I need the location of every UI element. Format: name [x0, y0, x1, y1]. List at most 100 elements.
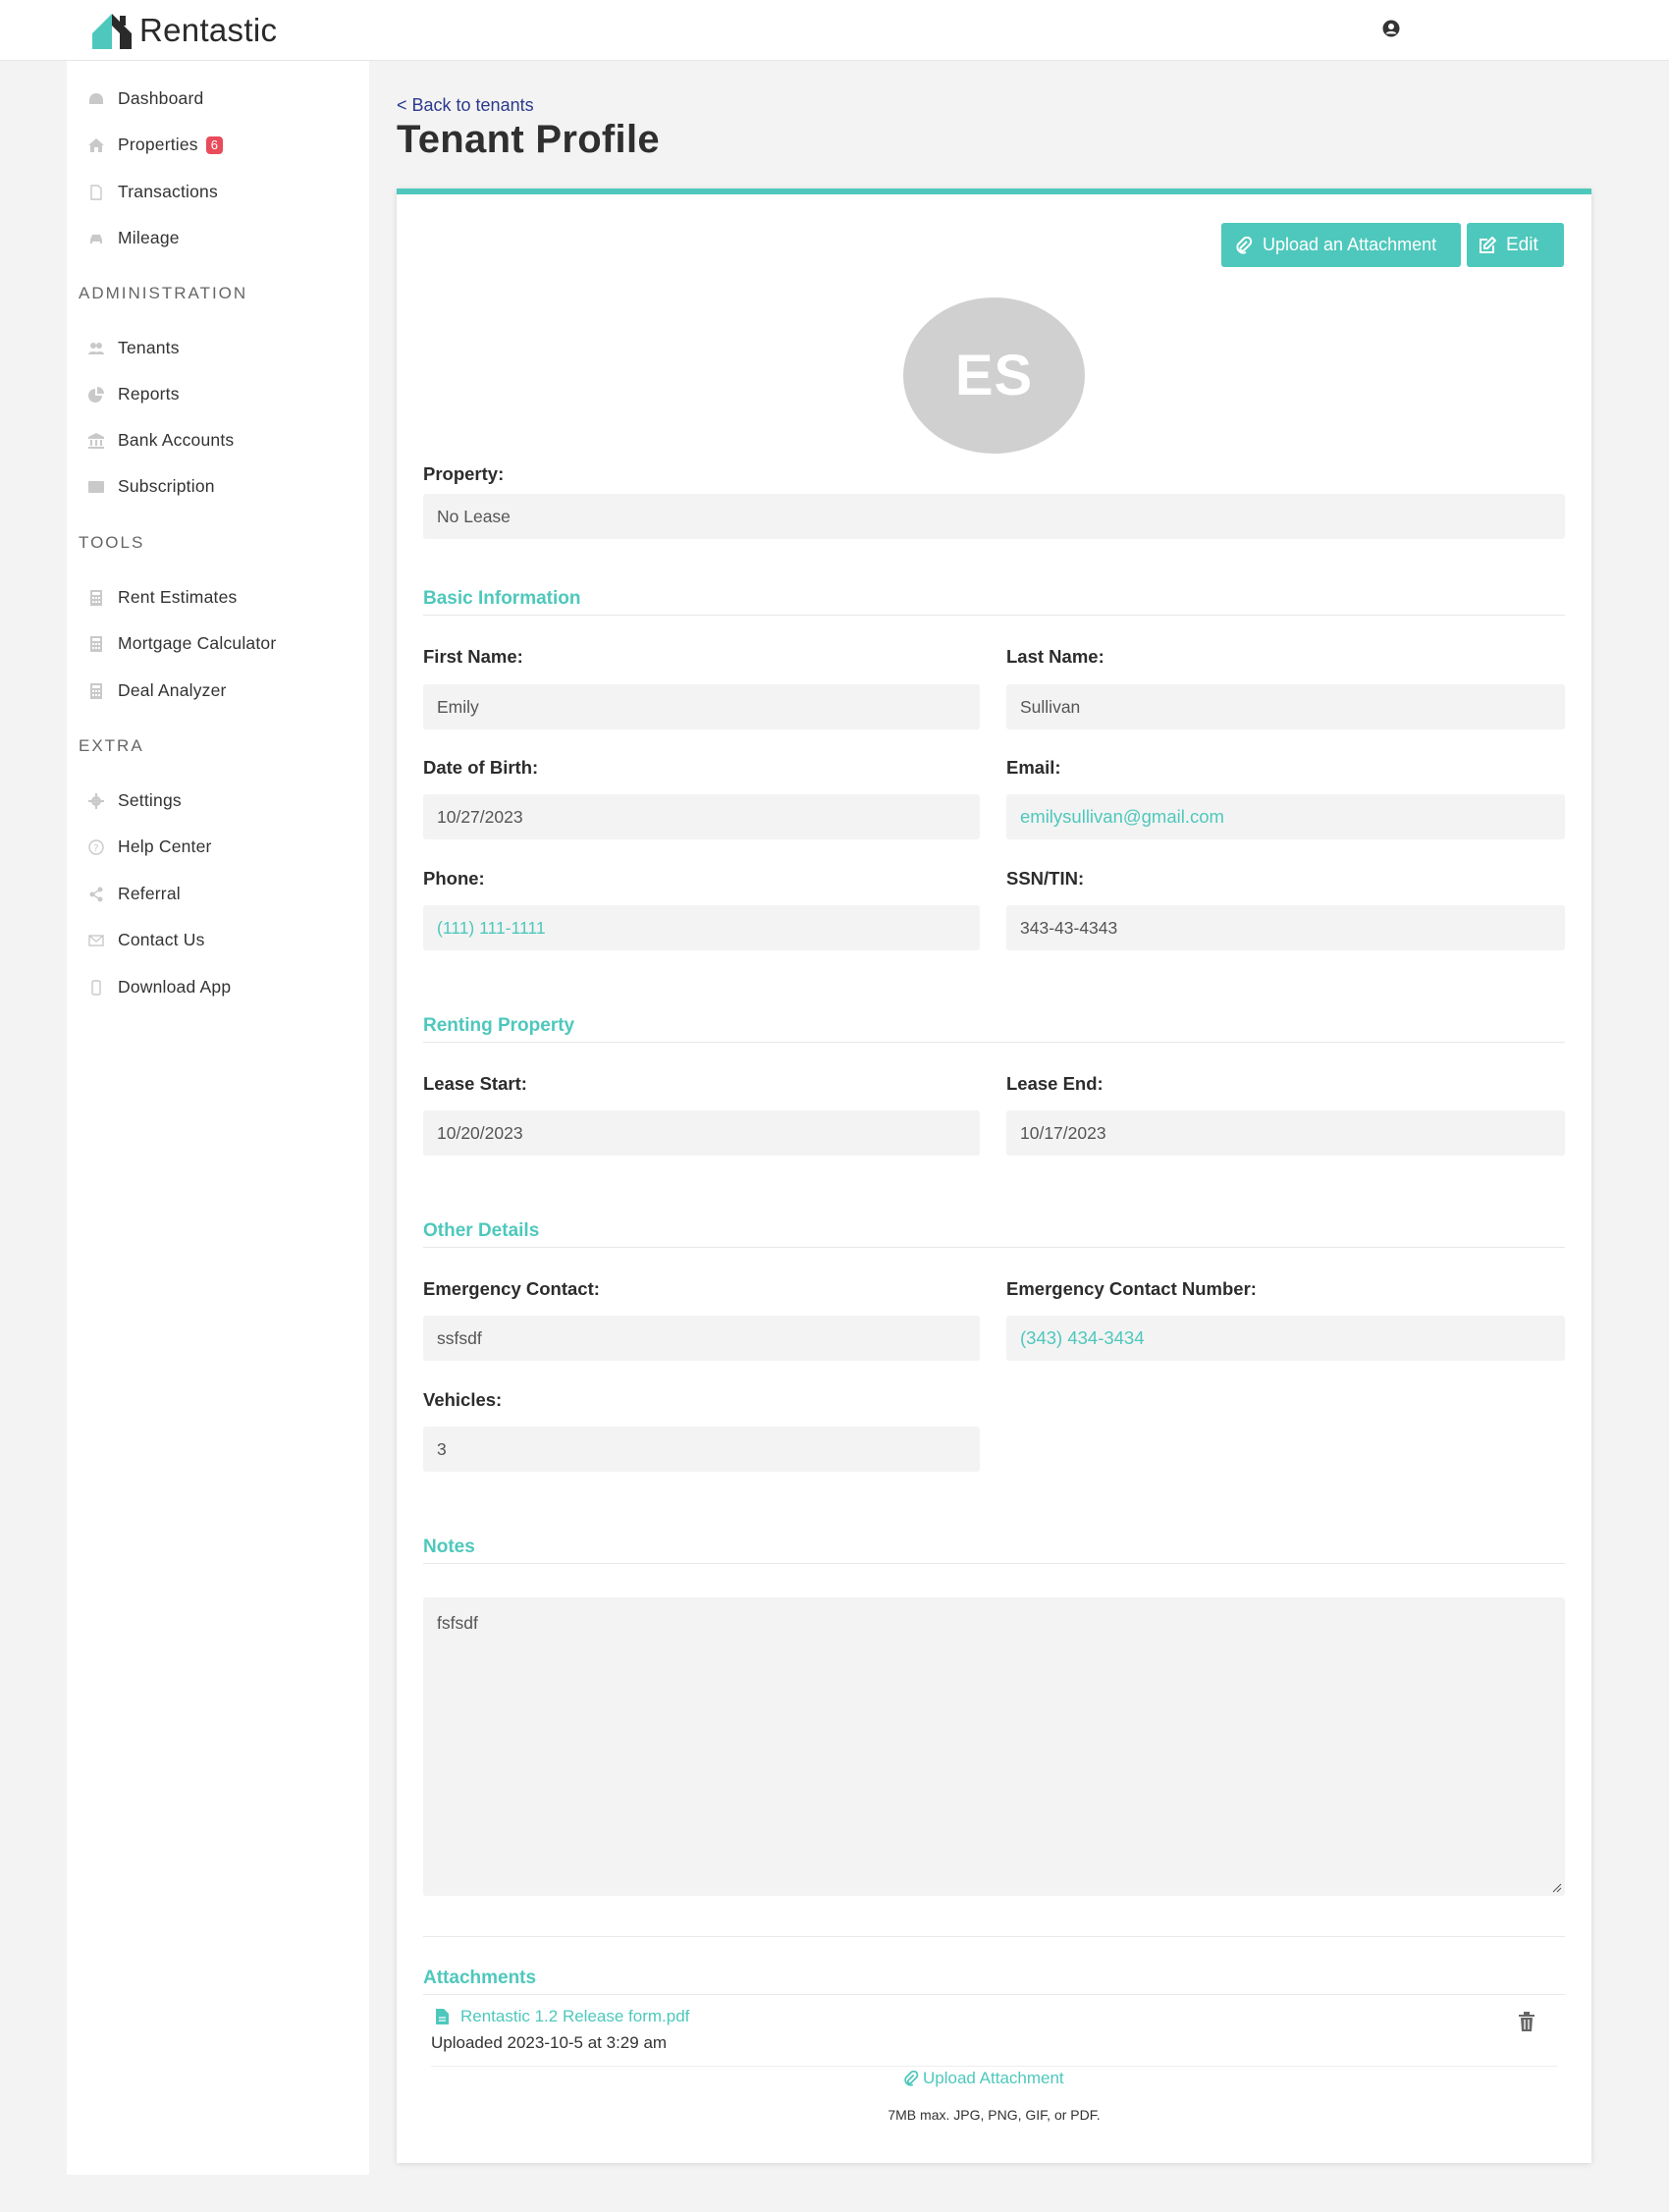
home-icon — [86, 136, 106, 154]
brand-name: Rentastic — [139, 12, 278, 48]
tenant-profile-card: Upload an Attachment Edit ES Property: N… — [397, 189, 1591, 2163]
divider — [423, 1247, 1565, 1248]
divider — [423, 1994, 1565, 1995]
sidebar-item-referral[interactable]: Referral — [86, 884, 181, 904]
divider — [431, 2066, 1557, 2067]
brand-logo[interactable]: Rentastic — [90, 10, 277, 51]
phone-field[interactable]: (111) 111-1111 — [423, 905, 980, 950]
sidebar-item-label: Referral — [118, 884, 181, 903]
back-to-tenants-link[interactable]: < Back to tenants — [397, 95, 534, 116]
sidebar-item-reports[interactable]: Reports — [86, 384, 180, 405]
sidebar-item-contact-us[interactable]: Contact Us — [86, 930, 205, 950]
sidebar-item-label: Contact Us — [118, 930, 205, 949]
resize-handle-icon[interactable] — [1552, 1883, 1562, 1893]
gear-icon — [86, 792, 106, 810]
sidebar-item-label: Tenants — [118, 338, 180, 357]
page-title: Tenant Profile — [397, 118, 660, 161]
sidebar-item-label: Settings — [118, 790, 182, 810]
attachment-upload-date: Uploaded 2023-10-5 at 3:29 am — [431, 2033, 668, 2052]
calculator-icon — [86, 635, 106, 653]
sidebar-item-label: Bank Accounts — [118, 430, 235, 450]
sidebar-item-label: Reports — [118, 384, 180, 404]
section-attachments: Attachments — [423, 1968, 537, 1988]
first-name-label: First Name: — [423, 646, 523, 667]
notes-text: fsfsdf — [437, 1613, 478, 1633]
property-label: Property: — [423, 463, 505, 484]
divider — [423, 1936, 1565, 1937]
edit-button[interactable]: Edit — [1467, 223, 1564, 267]
svg-text:?: ? — [93, 843, 99, 854]
sidebar-item-label: Help Center — [118, 836, 212, 856]
sidebar-item-mortgage-calculator[interactable]: Mortgage Calculator — [86, 633, 276, 654]
paperclip-icon — [904, 2071, 919, 2086]
email-field[interactable]: emilysullivan@gmail.com — [1006, 794, 1565, 839]
sidebar-item-tenants[interactable]: Tenants — [86, 338, 180, 358]
sidebar-item-label: Download App — [118, 977, 232, 997]
sidebar-item-help-center[interactable]: ? Help Center — [86, 836, 212, 857]
top-bar: Rentastic — [0, 0, 1669, 61]
property-field[interactable]: No Lease — [423, 494, 1565, 539]
lease-end-label: Lease End: — [1006, 1073, 1104, 1094]
first-name-field[interactable]: Emily — [423, 684, 980, 729]
sidebar: Dashboard Properties 6 Transactions Mile… — [67, 61, 369, 2175]
help-icon: ? — [86, 838, 106, 856]
sidebar-item-deal-analyzer[interactable]: Deal Analyzer — [86, 680, 227, 701]
emergency-number-field[interactable]: (343) 434-3434 — [1006, 1316, 1565, 1361]
section-renting-property: Renting Property — [423, 1015, 575, 1036]
sidebar-item-bank-accounts[interactable]: Bank Accounts — [86, 430, 234, 451]
upload-attachment-button[interactable]: Upload an Attachment — [1221, 223, 1461, 267]
ssn-label: SSN/TIN: — [1006, 868, 1085, 889]
sidebar-item-label: Deal Analyzer — [118, 680, 227, 700]
dob-field[interactable]: 10/27/2023 — [423, 794, 980, 839]
calculator-icon — [86, 589, 106, 607]
attachment-link[interactable]: Rentastic 1.2 Release form.pdf — [436, 2007, 689, 2026]
upload-attachment-link[interactable]: Upload Attachment — [903, 2069, 1064, 2088]
users-icon — [86, 340, 106, 357]
upload-attachment-link-label: Upload Attachment — [923, 2069, 1064, 2087]
edit-icon — [1480, 236, 1496, 253]
emergency-contact-field[interactable]: ssfsdf — [423, 1316, 980, 1361]
sidebar-item-transactions[interactable]: Transactions — [86, 182, 218, 202]
sidebar-item-label: Transactions — [118, 182, 218, 201]
share-icon — [86, 886, 106, 903]
calculator-icon — [86, 682, 106, 700]
sidebar-item-settings[interactable]: Settings — [86, 790, 182, 811]
section-title-administration: ADMINISTRATION — [79, 284, 248, 302]
sidebar-item-mileage[interactable]: Mileage — [86, 228, 180, 248]
dob-label: Date of Birth: — [423, 757, 539, 778]
document-icon — [436, 2009, 449, 2024]
attachment-file-name: Rentastic 1.2 Release form.pdf — [460, 2007, 690, 2025]
sidebar-item-dashboard[interactable]: Dashboard — [86, 88, 203, 109]
lease-end-field[interactable]: 10/17/2023 — [1006, 1110, 1565, 1156]
section-basic-information: Basic Information — [423, 588, 581, 609]
ssn-field[interactable]: 343-43-4343 — [1006, 905, 1565, 950]
phone-icon — [86, 979, 106, 997]
file-icon — [86, 184, 106, 201]
last-name-label: Last Name: — [1006, 646, 1104, 667]
vehicles-field[interactable]: 3 — [423, 1427, 980, 1472]
paperclip-icon — [1236, 236, 1253, 254]
sidebar-item-subscription[interactable]: Subscription — [86, 476, 215, 497]
dashboard-icon — [86, 90, 106, 108]
section-title-tools: TOOLS — [79, 533, 145, 552]
pie-chart-icon — [86, 386, 106, 404]
upload-attachment-label: Upload an Attachment — [1263, 235, 1437, 254]
sidebar-item-rent-estimates[interactable]: Rent Estimates — [86, 587, 237, 608]
card-icon — [86, 478, 106, 496]
section-notes: Notes — [423, 1537, 475, 1557]
properties-count-badge: 6 — [205, 135, 224, 154]
user-account-icon[interactable] — [1382, 20, 1400, 37]
avatar: ES — [903, 297, 1085, 454]
emergency-number-label: Emergency Contact Number: — [1006, 1278, 1257, 1299]
email-label: Email: — [1006, 757, 1061, 778]
trash-icon[interactable] — [1518, 2012, 1535, 2031]
notes-textarea[interactable]: fsfsdf — [423, 1597, 1565, 1896]
sidebar-item-label: Mileage — [118, 228, 180, 247]
last-name-field[interactable]: Sullivan — [1006, 684, 1565, 729]
sidebar-item-label: Properties — [118, 135, 198, 154]
lease-start-field[interactable]: 10/20/2023 — [423, 1110, 980, 1156]
sidebar-item-properties[interactable]: Properties 6 — [86, 135, 224, 155]
section-other-details: Other Details — [423, 1220, 540, 1241]
sidebar-item-download-app[interactable]: Download App — [86, 977, 231, 998]
upload-hint: 7MB max. JPG, PNG, GIF, or PDF. — [888, 2107, 1101, 2123]
